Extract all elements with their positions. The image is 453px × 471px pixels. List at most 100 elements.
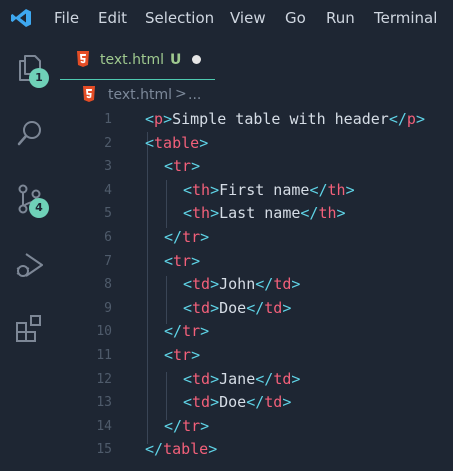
menu-selection[interactable]: Selection: [145, 9, 214, 27]
code-line[interactable]: 12 <td>Jane</td>: [60, 368, 453, 392]
tag-name: td: [192, 275, 211, 294]
menu-edit[interactable]: Edit: [98, 9, 127, 27]
tag-bracket: </: [309, 180, 328, 199]
code-line[interactable]: 11 <tr>: [60, 344, 453, 368]
tag-bracket: </: [300, 204, 319, 223]
code-text: <td>Jane</td>: [183, 370, 300, 388]
unsaved-dot-icon[interactable]: [192, 55, 201, 64]
tag-name: p: [406, 110, 416, 128]
menu-view[interactable]: View: [230, 9, 266, 27]
tag-name: table: [154, 133, 200, 152]
code-text: <td>John</td>: [183, 275, 300, 293]
tag-bracket: >: [191, 346, 201, 364]
code-line[interactable]: 1 <p>Simple table with header</p>: [60, 108, 453, 132]
line-number: 7: [104, 253, 112, 269]
code-line[interactable]: 7 <tr>: [60, 250, 453, 274]
text-content: Doe: [219, 393, 247, 412]
tag-bracket: </: [164, 322, 183, 341]
tag-bracket: >: [336, 204, 346, 223]
tag-bracket: >: [200, 228, 210, 246]
breadcrumb-file[interactable]: text.html: [108, 87, 172, 103]
text-content: Doe: [219, 298, 247, 317]
tag-bracket: <: [183, 275, 193, 294]
code-text: </tr>: [164, 228, 209, 246]
code-line[interactable]: 2 <table>: [60, 132, 453, 156]
menu-go[interactable]: Go: [285, 9, 306, 27]
line-number: 14: [96, 418, 112, 434]
line-number: 5: [104, 206, 112, 222]
tag-name: tr: [182, 228, 201, 246]
code-text: </tr>: [164, 417, 209, 435]
tag-bracket: <: [145, 110, 155, 128]
tag-bracket: <: [183, 204, 193, 223]
line-number: 13: [96, 395, 112, 411]
run-debug-button[interactable]: [13, 248, 47, 282]
code-line[interactable]: 4 <th>First name</th>: [60, 179, 453, 203]
tag-bracket: <: [183, 180, 193, 199]
code-text: <p>Simple table with header</p>: [145, 110, 425, 128]
line-number: 2: [104, 135, 112, 151]
tag-name: tr: [182, 322, 201, 341]
scm-badge: 4: [29, 198, 49, 218]
text-content: John: [219, 275, 256, 294]
tag-bracket: </: [164, 416, 183, 435]
code-editor[interactable]: 1 <p>Simple table with header</p> 2 <table>…: [60, 108, 453, 471]
tag-bracket: >: [208, 440, 218, 459]
code-line[interactable]: 14 </tr>: [60, 415, 453, 439]
tag-bracket: </: [255, 369, 274, 388]
line-number: 9: [104, 300, 112, 316]
menu-run[interactable]: Run: [326, 9, 355, 27]
code-line[interactable]: 3 <tr>: [60, 155, 453, 179]
tag-bracket: >: [199, 133, 209, 152]
extensions-button[interactable]: [13, 312, 47, 346]
tag-bracket: >: [200, 416, 210, 435]
tag-name: td: [264, 298, 283, 317]
tag-bracket: </: [145, 440, 164, 459]
tag-bracket: >: [291, 369, 301, 388]
tag-name: tr: [182, 416, 201, 435]
breadcrumb: text.html > ...: [60, 82, 453, 108]
tag-bracket: <: [145, 133, 155, 152]
code-line[interactable]: 5 <th>Last name</th>: [60, 202, 453, 226]
tag-bracket: >: [210, 180, 220, 199]
line-number: 15: [96, 442, 112, 458]
tag-name: td: [264, 393, 283, 412]
breadcrumb-more[interactable]: ...: [188, 87, 201, 103]
tag-name: tr: [173, 346, 192, 364]
line-number: 1: [104, 112, 112, 127]
line-number: 3: [104, 159, 112, 175]
tag-bracket: </: [255, 275, 274, 294]
run-debug-icon: [16, 253, 43, 277]
code-line[interactable]: 10 </tr>: [60, 320, 453, 344]
code-line[interactable]: 6 </tr>: [60, 226, 453, 250]
tag-bracket: >: [282, 393, 292, 412]
tag-name: td: [273, 369, 292, 388]
tag-bracket: >: [210, 298, 220, 317]
text-content: Simple table with header: [172, 110, 389, 128]
code-text: </table>: [145, 440, 217, 458]
code-text: <tr>: [164, 252, 200, 270]
tag-bracket: </: [388, 110, 407, 128]
tag-bracket: >: [191, 157, 201, 176]
search-button[interactable]: [13, 116, 47, 150]
menu-file[interactable]: File: [54, 9, 79, 27]
code-line[interactable]: 9 <td>Doe</td>: [60, 297, 453, 321]
tag-bracket: >: [210, 204, 220, 223]
tab-text-html[interactable]: text.html U: [60, 36, 215, 80]
tag-name: th: [318, 204, 337, 223]
tag-bracket: </: [246, 298, 265, 317]
explorer-badge: 1: [29, 68, 49, 88]
code-line[interactable]: 8 <td>John</td>: [60, 273, 453, 297]
vscode-logo-icon[interactable]: [10, 8, 32, 28]
tab-bar: text.html U: [60, 36, 453, 80]
line-number: 12: [96, 371, 112, 387]
code-line[interactable]: 15 </table>: [60, 438, 453, 462]
menu-terminal[interactable]: Terminal: [374, 9, 437, 27]
tag-bracket: >: [200, 322, 210, 341]
tag-name: td: [192, 369, 211, 388]
tag-name: th: [192, 204, 211, 223]
code-line[interactable]: 13 <td>Doe</td>: [60, 391, 453, 415]
line-number: 6: [104, 230, 112, 245]
code-text: <table>: [145, 134, 208, 152]
tag-bracket: >: [282, 298, 292, 317]
